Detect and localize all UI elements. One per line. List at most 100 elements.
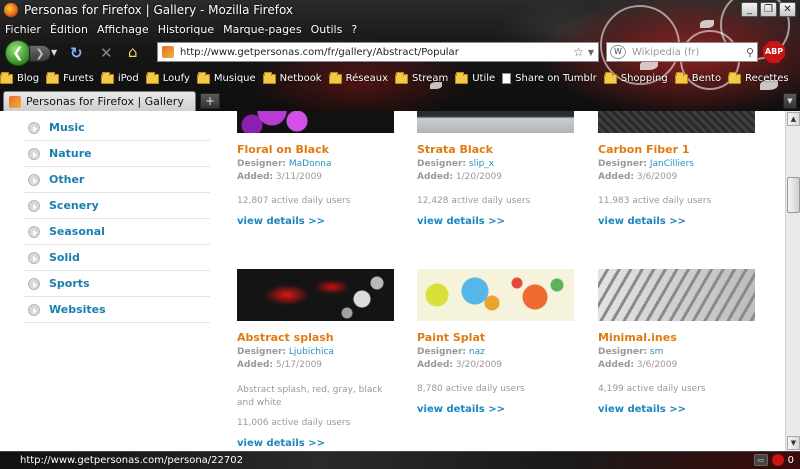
persona-designer: Designer: Ljubichica	[237, 347, 334, 357]
persona-thumbnail[interactable]	[417, 269, 574, 321]
sidebar-item-music[interactable]: Music	[24, 115, 210, 141]
browser-chrome: Personas for Firefox | Gallery - Mozilla…	[0, 0, 800, 111]
page-content: Music Nature Other Scenery Seasonal Soli…	[0, 111, 785, 451]
forward-button[interactable]: ❯	[29, 45, 51, 62]
bookmark-shopping[interactable]: Shopping	[603, 71, 668, 84]
sidebar-item-solid[interactable]: Solid	[24, 245, 210, 271]
menu-historique[interactable]: Historique	[153, 23, 218, 36]
persona-thumbnail[interactable]	[417, 111, 574, 133]
view-details-link[interactable]: view details >>	[598, 216, 758, 227]
scroll-up-icon[interactable]: ▲	[787, 112, 800, 126]
persona-name[interactable]: Carbon Fiber 1	[598, 143, 758, 156]
persona-added: Added: 5/17/2009	[237, 360, 323, 370]
sidebar-item-websites[interactable]: Websites	[24, 297, 210, 323]
search-engine-icon[interactable]: W	[610, 45, 626, 59]
url-input[interactable]: http://www.getpersonas.com/fr/gallery/Ab…	[180, 47, 573, 58]
designer-link[interactable]: JanCilliers	[650, 159, 694, 169]
tab-list-dropdown-icon[interactable]: ▼	[783, 93, 797, 109]
scroll-down-icon[interactable]: ▼	[787, 436, 800, 450]
persona-thumbnail[interactable]	[598, 111, 755, 133]
folder-icon	[728, 71, 742, 84]
persona-name[interactable]: Paint Splat	[417, 331, 577, 344]
sidebar-item-seasonal[interactable]: Seasonal	[24, 219, 210, 245]
bookmark-share-on-tumblr[interactable]: Share on Tumblr	[502, 73, 597, 84]
sidebar-item-nature[interactable]: Nature	[24, 141, 210, 167]
menu-affichage[interactable]: Affichage	[92, 23, 153, 36]
persona-daily-users: 11,006 active daily users	[237, 418, 351, 428]
folder-icon	[145, 71, 159, 84]
bookmark-star-icon[interactable]: ☆	[573, 45, 584, 59]
menu-edition[interactable]: Édition	[45, 23, 92, 36]
search-input[interactable]: Wikipedia (fr)	[632, 47, 746, 58]
new-tab-button[interactable]: +	[200, 93, 220, 109]
adblock-plus-icon[interactable]: ABP	[763, 41, 785, 63]
folder-icon	[328, 71, 342, 84]
addon-status-icon[interactable]: ▭	[753, 454, 768, 466]
bookmark-bento[interactable]: Bento	[674, 71, 721, 84]
bookmark-loufy[interactable]: Loufy	[145, 71, 190, 84]
search-magnifier-icon[interactable]: ⚲	[746, 46, 754, 59]
site-favicon-icon	[162, 46, 174, 58]
designer-link[interactable]: sm	[650, 347, 663, 357]
persona-name[interactable]: Floral on Black	[237, 143, 397, 156]
stop-icon[interactable]: ✕	[100, 44, 113, 62]
minimize-button[interactable]: _	[741, 2, 758, 17]
url-dropdown-icon[interactable]: ▼	[588, 48, 594, 57]
reload-icon[interactable]: ↻	[70, 44, 83, 62]
tab-personas-gallery[interactable]: Personas for Firefox | Gallery	[3, 91, 196, 111]
persona-daily-users: 4,199 active daily users	[598, 384, 706, 394]
tab-bar: Personas for Firefox | Gallery + ▼	[0, 89, 800, 111]
folder-icon	[100, 71, 114, 84]
sidebar-item-sports[interactable]: Sports	[24, 271, 210, 297]
persona-name[interactable]: Strata Black	[417, 143, 577, 156]
folder-icon	[46, 71, 60, 84]
bookmark-reseaux[interactable]: Réseaux	[328, 71, 388, 84]
sidebar-item-scenery[interactable]: Scenery	[24, 193, 210, 219]
sidebar-item-other[interactable]: Other	[24, 167, 210, 193]
menu-outils[interactable]: Outils	[306, 23, 347, 36]
view-details-link[interactable]: view details >>	[417, 216, 577, 227]
bookmark-musique[interactable]: Musique	[196, 71, 256, 84]
bookmark-blog[interactable]: Blog	[0, 71, 39, 84]
back-button[interactable]: ❮	[5, 40, 31, 66]
designer-link[interactable]: Ljubichica	[289, 347, 334, 357]
designer-link[interactable]: slip_x	[469, 159, 494, 169]
maximize-button[interactable]: ❐	[760, 2, 777, 17]
persona-name[interactable]: Minimal.ines	[598, 331, 758, 344]
scrollbar-thumb[interactable]	[787, 177, 800, 213]
status-count: 0	[787, 454, 794, 466]
status-url: http://www.getpersonas.com/persona/22702	[20, 455, 243, 466]
status-bar: http://www.getpersonas.com/persona/22702…	[0, 451, 800, 469]
persona-thumbnail[interactable]	[237, 269, 394, 321]
view-details-link[interactable]: view details >>	[237, 438, 397, 449]
persona-thumbnail[interactable]	[237, 111, 394, 133]
view-details-link[interactable]: view details >>	[417, 404, 577, 415]
home-icon[interactable]: ⌂	[128, 43, 138, 61]
search-bar[interactable]: W Wikipedia (fr) ⚲	[606, 42, 758, 62]
bookmark-stream[interactable]: Stream	[395, 71, 448, 84]
adblock-status-icon[interactable]	[771, 454, 784, 466]
designer-link[interactable]: MaDonna	[289, 159, 332, 169]
close-button[interactable]: ✕	[779, 2, 796, 17]
folder-icon	[196, 71, 210, 84]
persona-card-paint-splat: Paint Splat Designer: naz Added: 3/20/20…	[417, 269, 577, 415]
bookmark-recettes[interactable]: Recettes	[728, 71, 789, 84]
designer-link[interactable]: naz	[469, 347, 485, 357]
view-details-link[interactable]: view details >>	[598, 404, 758, 415]
arrow-bullet-icon	[28, 173, 40, 186]
persona-name[interactable]: Abstract splash	[237, 331, 397, 344]
menu-help[interactable]: ?	[346, 23, 361, 36]
bookmark-furets[interactable]: Furets	[46, 71, 94, 84]
bookmark-ipod[interactable]: iPod	[100, 71, 139, 84]
vertical-scrollbar[interactable]: ▲ ▼	[785, 111, 800, 451]
persona-thumbnail[interactable]	[598, 269, 755, 321]
url-bar[interactable]: http://www.getpersonas.com/fr/gallery/Ab…	[157, 42, 599, 62]
view-details-link[interactable]: view details >>	[237, 216, 397, 227]
bookmarks-toolbar: Blog Furets iPod Loufy Musique Netbook R…	[0, 69, 796, 88]
bookmark-netbook[interactable]: Netbook	[262, 71, 322, 84]
menu-marque-pages[interactable]: Marque-pages	[218, 23, 305, 36]
folder-icon	[395, 71, 409, 84]
menu-fichier[interactable]: Fichier	[0, 23, 45, 36]
history-dropdown-icon[interactable]: ▼	[51, 48, 57, 57]
bookmark-utile[interactable]: Utile	[455, 71, 495, 84]
